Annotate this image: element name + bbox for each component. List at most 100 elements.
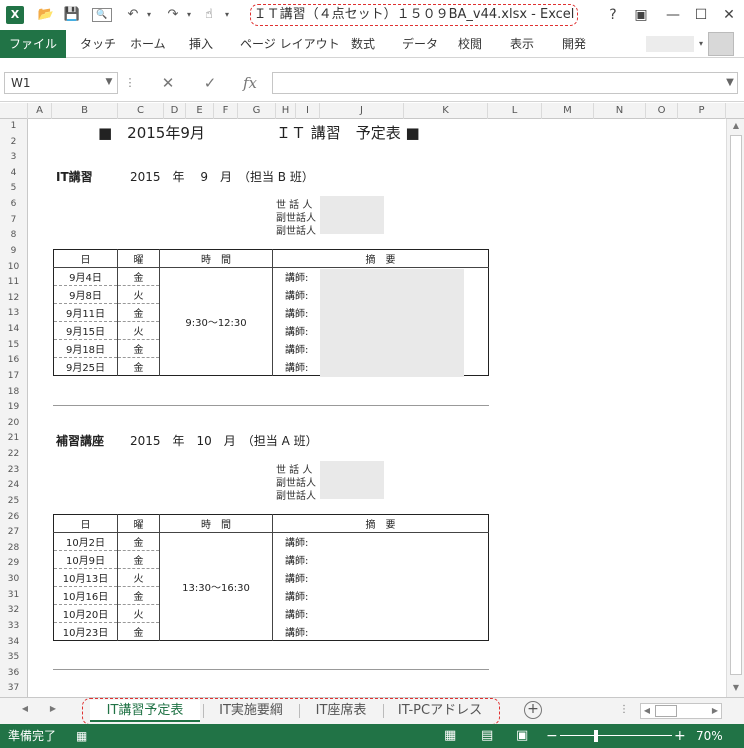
column-header[interactable]: I [296,103,320,119]
row-header[interactable]: 28 [0,541,27,557]
scroll-thumb[interactable] [655,705,677,717]
page-break-view-icon[interactable]: ▣ [516,724,528,748]
row-header[interactable]: 8 [0,228,27,244]
row-header[interactable]: 34 [0,635,27,651]
column-header[interactable]: N [594,103,646,119]
row-header[interactable]: 12 [0,291,27,307]
column-header[interactable]: H [276,103,296,119]
row-header[interactable]: 33 [0,619,27,635]
page-layout-view-icon[interactable]: ▤ [481,724,493,748]
day-cell[interactable]: 金 [117,622,160,641]
row-header[interactable]: 36 [0,666,27,682]
tab-page-layout[interactable]: ページ レイアウト [240,30,340,58]
row-header[interactable]: 35 [0,650,27,666]
tab-developer[interactable]: 開発 [562,30,586,58]
date-cell[interactable]: 9月18日 [53,339,118,358]
date-cell[interactable]: 10月23日 [53,622,118,641]
row-header[interactable]: 27 [0,525,27,541]
normal-view-icon[interactable]: ▦ [444,724,456,748]
column-header[interactable]: K [404,103,488,119]
scroll-left-icon[interactable]: ◀ [641,706,653,715]
macro-record-icon[interactable]: ▦ [76,724,87,748]
row-header[interactable]: 14 [0,322,27,338]
horizontal-scrollbar[interactable]: ◀ ▶ [640,703,722,719]
row-header[interactable]: 13 [0,306,27,322]
row-header[interactable]: 1 [0,119,27,135]
tab-scroll-right-icon[interactable]: ▶ [44,704,62,713]
tab-review[interactable]: 校閲 [458,30,482,58]
date-cell[interactable]: 9月8日 [53,285,118,304]
ribbon-display-options-button[interactable]: ▣ [630,5,652,25]
day-cell[interactable]: 金 [117,357,160,376]
day-cell[interactable]: 火 [117,321,160,340]
day-cell[interactable]: 火 [117,285,160,304]
tab-view[interactable]: 表示 [510,30,534,58]
time-cell[interactable]: 13:30〜16:30 [159,532,273,641]
date-cell[interactable]: 10月2日 [53,532,118,551]
row-header[interactable]: 16 [0,353,27,369]
minimize-button[interactable]: — [662,5,684,25]
scroll-right-icon[interactable]: ▶ [709,706,721,715]
sheet-tab-seating[interactable]: IT座席表 [302,700,380,722]
cancel-entry-button[interactable]: ✕ [156,72,180,94]
help-button[interactable]: ? [602,5,624,25]
day-cell[interactable]: 金 [117,532,160,551]
open-folder-icon[interactable]: 📂 [36,7,56,23]
zoom-slider-handle[interactable] [594,730,598,742]
row-header[interactable]: 5 [0,181,27,197]
avatar[interactable] [708,32,734,56]
redo-dropdown-icon[interactable]: ▾ [184,7,194,23]
row-header[interactable]: 24 [0,478,27,494]
scroll-up-icon[interactable]: ▲ [727,121,744,130]
date-cell[interactable]: 10月16日 [53,586,118,605]
day-cell[interactable]: 金 [117,550,160,569]
zoom-in-button[interactable]: + [674,724,686,748]
sheet-tab-pc-address[interactable]: IT-PCアドレス [386,700,494,722]
row-header[interactable]: 7 [0,213,27,229]
column-header[interactable]: C [118,103,164,119]
note-cell[interactable]: 講師: [273,587,489,605]
name-box[interactable]: W1 [4,72,118,94]
row-header[interactable]: 32 [0,603,27,619]
day-cell[interactable]: 金 [117,586,160,605]
chevron-down-icon[interactable]: ▼ [722,72,738,94]
day-cell[interactable]: 金 [117,267,160,286]
tab-data[interactable]: データ [402,30,438,58]
column-header[interactable]: F [214,103,238,119]
row-header[interactable]: 4 [0,166,27,182]
row-header[interactable]: 2 [0,135,27,151]
day-cell[interactable]: 火 [117,568,160,587]
column-header[interactable]: A [28,103,52,119]
maximize-button[interactable]: ☐ [690,5,712,25]
row-header[interactable]: 3 [0,150,27,166]
select-all-corner[interactable] [0,103,28,119]
note-cell[interactable]: 講師: [273,569,489,587]
row-header[interactable]: 15 [0,338,27,354]
date-cell[interactable]: 10月9日 [53,550,118,569]
undo-dropdown-icon[interactable]: ▾ [144,7,154,23]
confirm-entry-button[interactable]: ✓ [198,72,222,94]
add-sheet-button[interactable]: + [524,701,542,719]
chevron-down-icon[interactable]: ▼ [102,72,116,92]
row-header[interactable]: 17 [0,369,27,385]
row-header[interactable]: 21 [0,431,27,447]
row-header[interactable]: 23 [0,463,27,479]
scroll-down-icon[interactable]: ▼ [727,683,744,692]
date-cell[interactable]: 9月11日 [53,303,118,322]
zoom-slider[interactable] [560,735,672,736]
day-cell[interactable]: 金 [117,303,160,322]
note-cell[interactable]: 講師: [273,623,489,641]
day-cell[interactable]: 火 [117,604,160,623]
customize-toolbar-icon[interactable]: ▾ [222,7,232,23]
row-header[interactable]: 29 [0,556,27,572]
zoom-level[interactable]: 70% [696,724,723,748]
row-header[interactable]: 37 [0,681,27,697]
note-cell[interactable]: 講師: [273,605,489,623]
tab-file[interactable]: ファイル [0,30,66,58]
print-preview-icon[interactable]: 🔍 [92,8,112,22]
date-cell[interactable]: 9月15日 [53,321,118,340]
row-header[interactable]: 6 [0,197,27,213]
sheet-tab-guidelines[interactable]: IT実施要綱 [206,700,296,722]
row-header[interactable]: 10 [0,260,27,276]
row-header[interactable]: 25 [0,494,27,510]
